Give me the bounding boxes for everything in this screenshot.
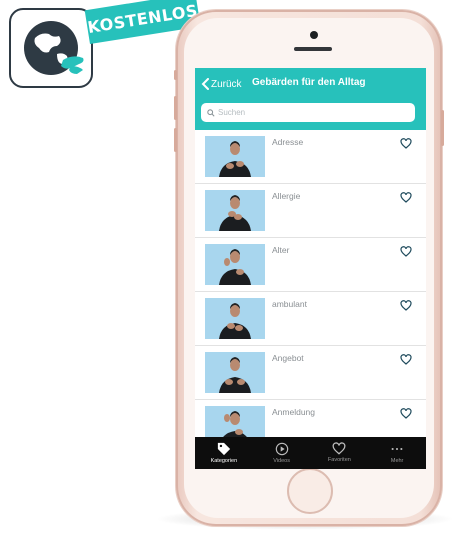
video-thumbnail — [205, 190, 265, 231]
sign-word: ambulant — [272, 299, 307, 309]
power-button — [441, 110, 444, 146]
list-item[interactable]: Alter — [195, 238, 426, 292]
heart-outline-icon[interactable] — [400, 408, 412, 419]
app-icon — [9, 8, 93, 88]
sign-word: Allergie — [272, 191, 301, 201]
search-icon — [207, 108, 215, 117]
tab-label: Videos — [273, 458, 290, 464]
sign-word: Alter — [272, 245, 290, 255]
sign-word: Adresse — [272, 137, 304, 147]
tab-videos[interactable]: Videos — [253, 437, 311, 469]
tab-mehr[interactable]: Mehr — [368, 437, 426, 469]
play-circle-icon — [275, 442, 288, 456]
volume-up-button — [174, 96, 177, 120]
list-item[interactable]: Adresse — [195, 130, 426, 184]
more-dots-icon — [391, 447, 403, 451]
video-thumbnail — [205, 244, 265, 285]
page-title: Gebärden für den Alltag — [252, 77, 366, 88]
heart-icon — [332, 442, 346, 455]
earpiece-speaker — [294, 47, 332, 51]
tab-label: Mehr — [390, 458, 404, 464]
heart-outline-icon[interactable] — [400, 300, 412, 311]
globe-hand-icon — [24, 21, 84, 75]
front-camera — [310, 31, 318, 39]
tab-kategorien[interactable]: Kategorien — [195, 437, 253, 469]
heart-outline-icon[interactable] — [400, 246, 412, 257]
heart-outline-icon[interactable] — [400, 138, 412, 149]
chevron-left-icon — [201, 78, 209, 90]
home-button[interactable] — [287, 468, 333, 514]
list-item[interactable]: Angebot — [195, 346, 426, 400]
video-thumbnail — [205, 352, 265, 393]
list-item[interactable]: ambulant — [195, 292, 426, 346]
sign-word: Anmeldung — [272, 407, 316, 417]
list-item[interactable]: Allergie — [195, 184, 426, 238]
sign-word: Angebot — [272, 353, 304, 363]
volume-down-button — [174, 128, 177, 152]
app-screen: Zurück Gebärden für den Alltag Suchen Ad… — [195, 68, 426, 469]
search-input[interactable] — [218, 108, 398, 117]
search-bar[interactable] — [201, 103, 415, 122]
back-button[interactable]: Zurück — [201, 76, 242, 92]
video-thumbnail — [205, 136, 265, 177]
tab-label: Favoriten — [327, 457, 351, 463]
sign-list: Adresse Allergie Alter ambulant Angebot … — [195, 130, 426, 454]
tab-bar: Kategorien Videos Favoriten Mehr — [195, 437, 426, 469]
video-thumbnail — [205, 298, 265, 339]
tab-label: Kategorien — [210, 458, 238, 464]
back-label: Zurück — [211, 78, 242, 90]
tab-favoriten[interactable]: Favoriten — [311, 437, 369, 469]
mute-switch — [174, 70, 177, 80]
navigation-bar: Zurück Gebärden für den Alltag — [195, 68, 426, 130]
tag-icon — [217, 442, 230, 456]
heart-outline-icon[interactable] — [400, 192, 412, 203]
heart-outline-icon[interactable] — [400, 354, 412, 365]
